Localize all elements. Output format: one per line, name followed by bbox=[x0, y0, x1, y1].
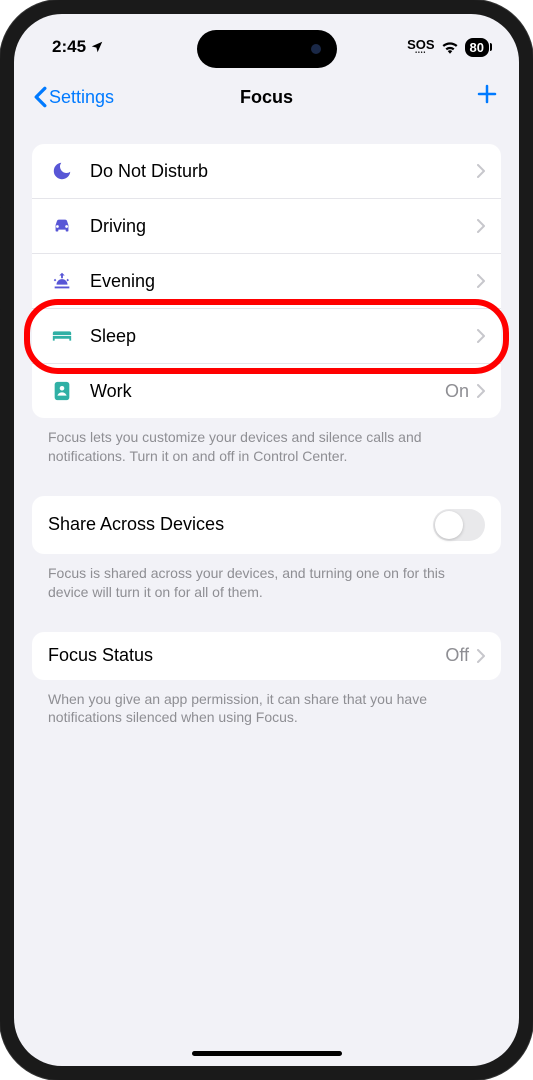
status-group: Focus Status Off bbox=[32, 632, 501, 680]
moon-icon bbox=[48, 157, 76, 185]
wifi-icon bbox=[441, 40, 459, 54]
focus-row-sleep[interactable]: Sleep bbox=[32, 309, 501, 364]
row-label: Work bbox=[90, 381, 445, 402]
row-value: Off bbox=[445, 645, 469, 666]
share-footer-text: Focus is shared across your devices, and… bbox=[32, 554, 501, 602]
nav-header: Settings Focus bbox=[14, 70, 519, 126]
sunset-icon bbox=[48, 267, 76, 295]
phone-frame: 2:45 SOS •••• 80 Settings Focus bbox=[0, 0, 533, 1080]
focus-row-do-not-disturb[interactable]: Do Not Disturb bbox=[32, 144, 501, 199]
row-label: Evening bbox=[90, 271, 477, 292]
home-indicator[interactable] bbox=[192, 1051, 342, 1056]
row-label: Driving bbox=[90, 216, 477, 237]
focus-status-row[interactable]: Focus Status Off bbox=[32, 632, 501, 680]
row-label: Sleep bbox=[90, 326, 477, 347]
chevron-right-icon bbox=[477, 219, 485, 233]
back-button[interactable]: Settings bbox=[34, 86, 114, 108]
chevron-right-icon bbox=[477, 274, 485, 288]
share-toggle[interactable] bbox=[433, 509, 485, 541]
badge-icon bbox=[48, 377, 76, 405]
battery-indicator: 80 bbox=[465, 38, 489, 57]
focus-row-evening[interactable]: Evening bbox=[32, 254, 501, 309]
row-label: Do Not Disturb bbox=[90, 161, 477, 182]
plus-icon bbox=[475, 82, 499, 106]
chevron-right-icon bbox=[477, 164, 485, 178]
location-icon bbox=[90, 40, 104, 54]
focus-footer-text: Focus lets you customize your devices an… bbox=[32, 418, 501, 466]
share-across-devices-row[interactable]: Share Across Devices bbox=[32, 496, 501, 554]
dynamic-island bbox=[197, 30, 337, 68]
sos-indicator: SOS •••• bbox=[407, 38, 434, 56]
phone-screen: 2:45 SOS •••• 80 Settings Focus bbox=[14, 14, 519, 1066]
status-time: 2:45 bbox=[52, 37, 86, 57]
chevron-right-icon bbox=[477, 384, 485, 398]
row-label: Focus Status bbox=[48, 645, 445, 666]
chevron-left-icon bbox=[34, 86, 47, 108]
row-value: On bbox=[445, 381, 469, 402]
page-title: Focus bbox=[240, 87, 293, 108]
chevron-right-icon bbox=[477, 649, 485, 663]
focus-row-driving[interactable]: Driving bbox=[32, 199, 501, 254]
add-button[interactable] bbox=[475, 82, 499, 112]
row-label: Share Across Devices bbox=[48, 514, 433, 535]
bed-icon bbox=[48, 322, 76, 350]
chevron-right-icon bbox=[477, 329, 485, 343]
status-footer-text: When you give an app permission, it can … bbox=[32, 680, 501, 728]
car-icon bbox=[48, 212, 76, 240]
focus-row-work[interactable]: Work On bbox=[32, 364, 501, 418]
focus-modes-group: Do Not Disturb Driving Evening bbox=[32, 144, 501, 418]
share-group: Share Across Devices bbox=[32, 496, 501, 554]
